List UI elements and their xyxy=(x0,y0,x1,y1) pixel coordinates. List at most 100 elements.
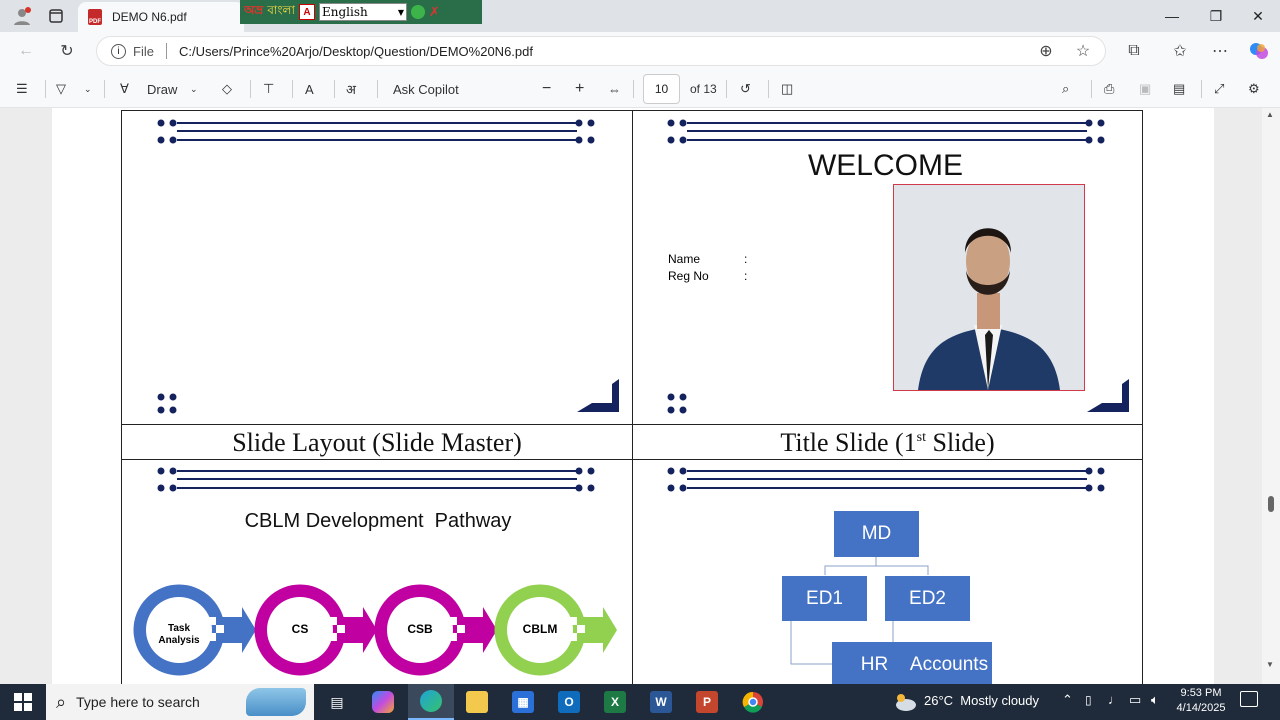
divider xyxy=(726,80,727,98)
zoom-icon[interactable]: ⊕ xyxy=(1032,37,1060,65)
contents-icon[interactable]: ☰ xyxy=(16,70,28,108)
pdf-file-icon: PDF xyxy=(88,9,102,25)
chevron-down-icon: ▼ xyxy=(397,7,404,17)
edge-taskbar-icon[interactable] xyxy=(408,684,454,720)
refresh-icon[interactable]: ↻ xyxy=(53,37,81,65)
powerpoint-icon[interactable]: P xyxy=(684,684,730,720)
windows-start-icon[interactable] xyxy=(0,684,46,720)
read-aloud-icon[interactable]: A xyxy=(305,70,314,108)
url-separator xyxy=(165,43,167,59)
restore-button[interactable]: ❐ xyxy=(1194,0,1238,32)
translate-icon[interactable]: अ xyxy=(346,70,356,108)
tab-actions-icon[interactable] xyxy=(44,0,68,32)
scroll-thumb[interactable] xyxy=(1268,496,1274,512)
title-slide-caption: Title Slide (1st Slide) xyxy=(632,428,1143,458)
reg-no-label: Reg No xyxy=(668,269,709,283)
draw-dropdown-icon[interactable]: ⌄ xyxy=(190,70,198,108)
notifications-icon[interactable] xyxy=(1240,691,1258,707)
save-icon[interactable]: ▣ xyxy=(1139,70,1151,108)
show-hidden-icons-icon[interactable]: ⌃ xyxy=(1062,692,1073,708)
ime-globe-icon[interactable] xyxy=(410,5,425,19)
ime-bangla-label[interactable]: বাংলা xyxy=(267,2,295,22)
ask-copilot-button[interactable]: Ask Copilot xyxy=(393,70,459,108)
close-button[interactable]: ✕ xyxy=(1236,0,1280,32)
print-icon[interactable]: ⎙ xyxy=(1104,70,1114,108)
volume-icon[interactable]: 🔈︎ xyxy=(1151,692,1159,708)
back-icon[interactable]: ← xyxy=(12,37,40,65)
divider xyxy=(768,80,769,98)
org-node-ed1: ED1 xyxy=(782,576,867,621)
taskbar-search-input[interactable]: ⌕ Type here to search xyxy=(46,684,314,720)
cblm-slide-thumbnail: CBLM Development Pathway Task Analysis C… xyxy=(121,459,633,684)
title-slide-caption-end: Slide) xyxy=(926,428,995,457)
page-view-icon[interactable]: ◫ xyxy=(781,70,793,108)
save-as-icon[interactable]: ▤ xyxy=(1173,70,1185,108)
copilot-icon[interactable] xyxy=(1245,37,1273,65)
more-icon[interactable]: ⋯ xyxy=(1206,37,1234,65)
pdf-viewer[interactable]: WELCOME Name : Reg No : Slide Layout (Sl… xyxy=(0,108,1280,684)
task-view-icon[interactable]: ▤ xyxy=(314,684,360,720)
slide-decoration xyxy=(157,119,619,414)
excel-icon[interactable]: X xyxy=(592,684,638,720)
erase-icon[interactable]: ◇ xyxy=(222,70,232,108)
word-icon[interactable]: W xyxy=(638,684,684,720)
outlook-icon[interactable]: O xyxy=(546,684,592,720)
page-number-input[interactable]: 10 xyxy=(643,74,680,104)
favorites-icon[interactable]: ✩ xyxy=(1166,37,1194,65)
title-slide-caption-main: Title Slide (1 xyxy=(780,428,917,457)
tab-demo-pdf[interactable]: PDF DEMO N6.pdf xyxy=(78,2,244,32)
chrome-icon[interactable] xyxy=(730,684,776,720)
pathway-label-csb: CSB xyxy=(407,622,433,636)
microphone-icon[interactable]: ♩ xyxy=(1108,692,1121,707)
url-scheme-label: File xyxy=(133,43,154,59)
clock-date: 4/14/2025 xyxy=(1176,702,1226,714)
pathway-label-cs: CS xyxy=(291,622,309,636)
tab-title: DEMO N6.pdf xyxy=(112,10,187,24)
fullscreen-icon[interactable]: ⤢ xyxy=(1214,70,1224,108)
divider xyxy=(633,80,634,98)
fit-width-icon[interactable]: ⇔ xyxy=(608,70,621,108)
divider xyxy=(377,80,378,98)
microsoft-store-icon[interactable]: ▦ xyxy=(500,684,546,720)
divider xyxy=(1201,80,1202,98)
ime-tool-icon[interactable]: ✗ xyxy=(429,4,440,20)
vertical-scrollbar[interactable]: ▲ ▼ xyxy=(1262,108,1280,684)
url-text[interactable]: C:/Users/Prince%20Arjo/Desktop/Question/… xyxy=(179,44,533,59)
divider xyxy=(292,80,293,98)
weather-icon[interactable] xyxy=(893,692,917,712)
ime-language-select[interactable]: English ▼ xyxy=(318,3,407,21)
scroll-up-icon[interactable]: ▲ xyxy=(1266,110,1274,119)
zoom-out-icon[interactable]: − xyxy=(542,70,551,108)
ime-logo[interactable]: অভ্র xyxy=(244,2,263,22)
draw-button[interactable]: Draw xyxy=(147,70,177,108)
url-field[interactable]: i File C:/Users/Prince%20Arjo/Desktop/Qu… xyxy=(96,36,1106,66)
weather-text[interactable]: 26°C Mostly cloudy xyxy=(924,693,1039,708)
text-box-icon[interactable]: ⊤ xyxy=(263,70,274,108)
settings-gear-icon[interactable]: ⚙ xyxy=(1248,70,1260,108)
scroll-down-icon[interactable]: ▼ xyxy=(1266,660,1274,669)
zoom-in-icon[interactable]: + xyxy=(575,70,584,108)
info-icon[interactable]: i xyxy=(111,43,126,59)
profile-icon[interactable] xyxy=(8,0,36,32)
favorite-star-icon[interactable]: ☆ xyxy=(1069,37,1097,65)
ime-keyboard-icon[interactable]: A xyxy=(298,4,315,20)
welcome-heading: WELCOME xyxy=(807,149,963,182)
highlight-icon[interactable]: ▽ xyxy=(56,70,66,108)
rotate-icon[interactable]: ↺ xyxy=(740,70,751,108)
clock[interactable]: 9:53 PM 4/14/2025 xyxy=(1172,686,1230,716)
title-bar: PDF DEMO N6.pdf অভ্র বাংলা A English ▼ ✗ … xyxy=(0,0,1280,32)
network-icon[interactable]: ▭ xyxy=(1129,692,1141,708)
page-total: of 13 xyxy=(690,82,717,96)
extensions-icon[interactable]: ⧉ xyxy=(1120,37,1148,65)
profile-photo xyxy=(893,184,1085,391)
org-node-md: MD xyxy=(834,511,919,557)
draw-icon[interactable]: ∀ xyxy=(120,70,129,108)
search-icon: ⌕ xyxy=(56,691,67,712)
search-icon[interactable]: ⌕ xyxy=(1062,70,1069,108)
copilot-taskbar-icon[interactable] xyxy=(360,684,406,720)
file-explorer-icon[interactable] xyxy=(454,684,500,720)
org-node-ed2: ED2 xyxy=(885,576,970,621)
device-icon[interactable]: ▯ xyxy=(1085,693,1092,707)
minimize-button[interactable]: — xyxy=(1150,0,1194,32)
highlight-dropdown-icon[interactable]: ⌄ xyxy=(84,70,92,108)
